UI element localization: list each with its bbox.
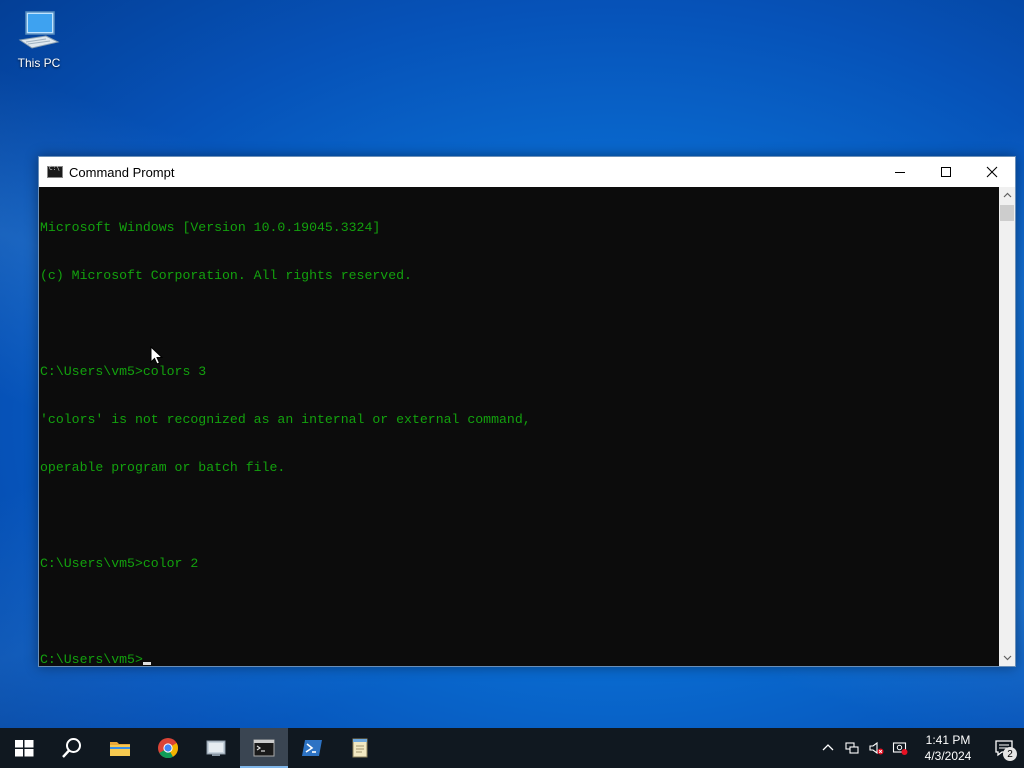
scroll-thumb[interactable] [1000, 205, 1014, 221]
taskbar-app[interactable] [192, 728, 240, 768]
volume-muted-icon [869, 741, 884, 755]
show-hidden-icons-button[interactable] [816, 728, 840, 768]
chevron-down-icon [1003, 655, 1011, 661]
taskbar-file-explorer[interactable] [96, 728, 144, 768]
mouse-pointer-icon [150, 346, 164, 365]
start-button[interactable] [0, 728, 48, 768]
search-button[interactable] [48, 728, 96, 768]
scroll-up-button[interactable] [999, 187, 1015, 203]
search-icon [62, 738, 81, 758]
console-line: C:\Users\vm5>color 2 [40, 556, 199, 571]
prompt-text: C:\Users\vm5> [40, 652, 143, 667]
network-button[interactable] [840, 728, 864, 768]
desktop-icon-this-pc[interactable]: This PC [8, 8, 70, 78]
text-cursor [142, 662, 151, 665]
cmd-icon [253, 739, 275, 757]
desktop-icon-label: This PC [17, 56, 61, 70]
console-line: C:\Users\vm5>colors 3 [40, 364, 207, 379]
powershell-icon [302, 740, 322, 756]
computer-icon [18, 11, 60, 49]
chevron-up-icon [822, 744, 834, 751]
console-line: 'colors' is not recognized as an interna… [40, 412, 531, 427]
console-line: Microsoft Windows [Version 10.0.19045.33… [40, 220, 381, 235]
action-center-button[interactable]: 2 [984, 728, 1024, 768]
console-output[interactable]: Microsoft Windows [Version 10.0.19045.33… [39, 187, 999, 668]
close-button[interactable] [969, 157, 1015, 187]
chevron-up-icon [1003, 192, 1011, 198]
chrome-icon [158, 738, 179, 759]
taskbar-powershell[interactable] [288, 728, 336, 768]
taskbar-command-prompt[interactable] [240, 728, 288, 768]
clock-date: 4/3/2024 [924, 749, 972, 763]
taskbar-notepad[interactable] [336, 728, 384, 768]
maximize-icon [941, 167, 951, 177]
console-line: operable program or batch file. [40, 460, 286, 475]
close-icon [986, 166, 998, 178]
prompt-line[interactable]: C:\Users\vm5> [40, 652, 999, 668]
vertical-scrollbar[interactable] [999, 187, 1015, 666]
console-line: (c) Microsoft Corporation. All rights re… [40, 268, 412, 283]
minimize-button[interactable] [877, 157, 923, 187]
security-button[interactable] [888, 728, 912, 768]
notification-count-badge: 2 [1003, 747, 1017, 761]
clock-time: 1:41 PM [925, 733, 971, 747]
volume-button[interactable] [864, 728, 888, 768]
folder-icon [110, 742, 130, 756]
taskbar: 1:41 PM 4/3/2024 2 [0, 728, 1024, 768]
windows-logo-icon [15, 740, 34, 757]
security-icon [892, 742, 908, 755]
maximize-button[interactable] [923, 157, 969, 187]
taskbar-clock[interactable]: 1:41 PM 4/3/2024 [912, 728, 984, 768]
title-bar[interactable]: Command Prompt [39, 157, 1015, 187]
app-icon [206, 740, 226, 756]
cmd-icon [47, 165, 63, 178]
taskbar-chrome[interactable] [144, 728, 192, 768]
scroll-down-button[interactable] [999, 650, 1015, 666]
notepad-icon [352, 738, 368, 758]
system-tray: 1:41 PM 4/3/2024 2 [816, 728, 1024, 768]
minimize-icon [895, 172, 905, 173]
window-controls [877, 157, 1015, 187]
window-title: Command Prompt [69, 164, 175, 180]
command-prompt-window[interactable]: Command Prompt Microsoft Windows [Versio… [38, 156, 1016, 667]
network-icon [845, 742, 859, 754]
